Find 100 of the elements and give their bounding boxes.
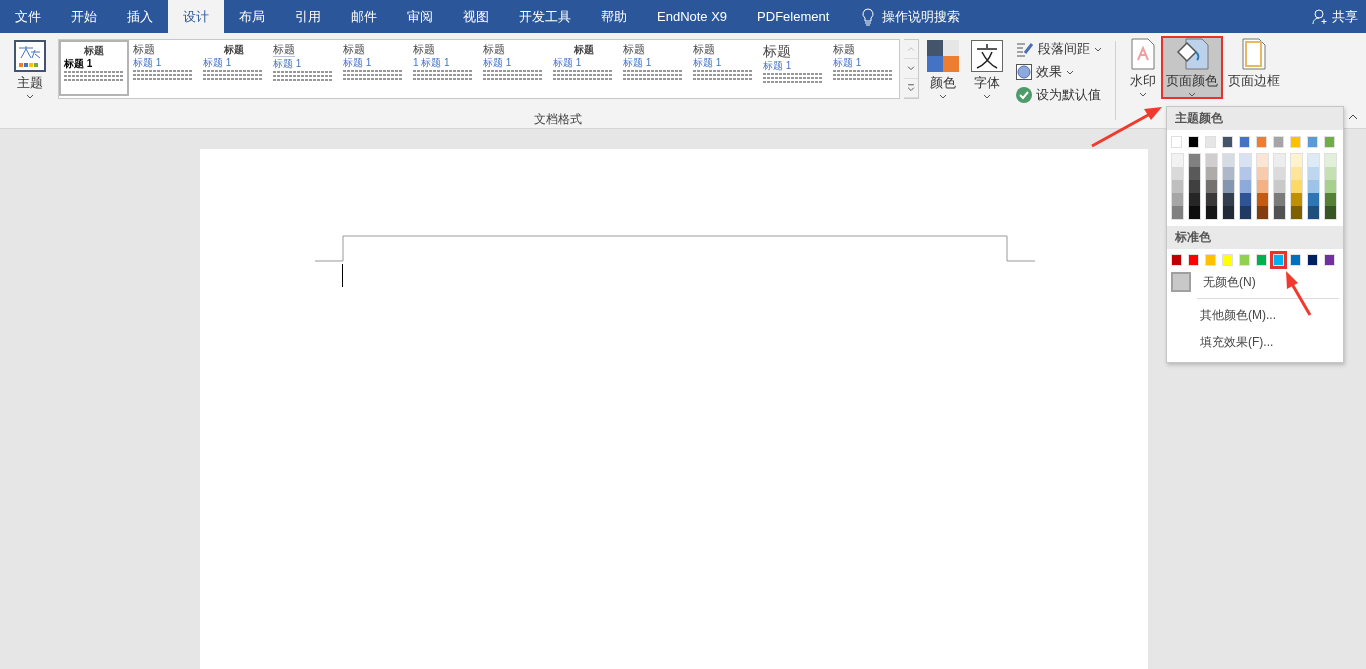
color-swatch[interactable] [1223,154,1234,167]
ribbon-tab[interactable]: PDFelement [742,0,845,33]
color-swatch[interactable] [1172,206,1183,219]
color-swatch[interactable] [1291,154,1302,167]
color-swatch[interactable] [1206,206,1217,219]
color-swatch[interactable] [1274,193,1285,206]
color-swatch[interactable] [1240,154,1251,167]
color-swatch[interactable] [1308,180,1319,193]
color-swatch[interactable] [1172,193,1183,206]
ribbon-tab[interactable]: 布局 [224,0,280,33]
color-swatch[interactable] [1257,193,1268,206]
annotation-arrow [1286,271,1312,316]
ribbon-tab[interactable]: 帮助 [586,0,642,33]
color-swatch[interactable] [1325,154,1336,167]
ribbon-tab[interactable]: 开发工具 [504,0,586,33]
ribbon-tab[interactable]: 开始 [56,0,112,33]
ribbon-tab[interactable]: 审阅 [392,0,448,33]
share-button[interactable]: 共享 [1304,0,1366,33]
color-swatch[interactable] [1325,180,1336,193]
ribbon-small-button[interactable]: 段落间距 [1015,39,1103,59]
color-swatch[interactable] [1257,180,1268,193]
color-swatch[interactable] [1257,154,1268,167]
color-swatch[interactable] [1223,167,1234,180]
color-swatch[interactable] [1291,193,1302,206]
thumbnail-heading: 标题 1 [64,58,93,70]
color-swatch[interactable] [1240,167,1251,180]
text-cursor [342,264,344,287]
color-swatch[interactable] [1189,180,1200,193]
collapse-ribbon-icon[interactable] [1348,114,1358,120]
text-lines-drawing [413,70,473,81]
color-swatch[interactable] [1240,193,1251,206]
thumbnail-heading: 标题 1 [693,57,722,69]
color-swatch[interactable] [1222,136,1233,148]
color-swatch[interactable] [1291,206,1302,219]
ribbon-tab[interactable]: 插入 [112,0,168,33]
color-swatch[interactable] [1274,167,1285,180]
color-swatch[interactable] [1206,154,1217,167]
ribbon-small-button[interactable]: 效果 [1015,62,1103,82]
color-swatch[interactable] [1206,167,1217,180]
page-background-button[interactable]: 页面边框 [1224,37,1284,91]
no-color-item[interactable]: 无颜色(N) [1167,269,1343,295]
ribbon-tab[interactable]: EndNote X9 [642,0,743,33]
color-swatch[interactable] [1189,167,1200,180]
color-swatch[interactable] [1324,136,1335,148]
color-swatch[interactable] [1257,167,1268,180]
style-set-thumbnail[interactable]: 标题 标题 1 [59,40,129,96]
chevron-icon [939,94,947,99]
color-swatch[interactable] [1273,136,1284,148]
color-swatch[interactable] [1308,193,1319,206]
color-swatch[interactable] [1325,193,1336,206]
color-swatch[interactable] [1325,206,1336,219]
menu-item[interactable]: 其他颜色(M)... [1167,302,1343,329]
color-swatch[interactable] [1257,206,1268,219]
themes-button[interactable]: 主题 [10,39,50,100]
color-swatch[interactable] [1172,180,1183,193]
color-swatch[interactable] [1239,136,1250,148]
color-swatch[interactable] [1172,167,1183,180]
color-swatch[interactable] [1291,180,1302,193]
color-swatch[interactable] [1274,180,1285,193]
color-swatch[interactable] [1223,193,1234,206]
color-swatch[interactable] [1189,206,1200,219]
fonts-button[interactable]: 字体 [967,39,1007,100]
page-background-button[interactable]: 水印 [1126,37,1160,98]
color-swatch[interactable] [1188,136,1199,148]
color-swatch[interactable] [1189,154,1200,167]
menu-item[interactable]: 填充效果(F)... [1167,329,1343,356]
color-swatch[interactable] [1171,136,1182,148]
color-swatch[interactable] [1308,167,1319,180]
tell-me-search[interactable]: 操作说明搜索 [844,0,973,33]
share-label: 共享 [1332,7,1358,26]
ribbon-tab[interactable]: 设计 [168,0,224,33]
color-swatch[interactable] [1206,180,1217,193]
color-swatch[interactable] [1274,206,1285,219]
color-swatch[interactable] [1256,136,1267,148]
thumbnail-title: 标题 [413,43,435,56]
color-swatch[interactable] [1307,136,1318,148]
thumbnail-title: 标题 [343,43,365,56]
ribbon-small-button[interactable]: 设为默认值 [1015,85,1103,105]
color-swatch[interactable] [1290,136,1301,148]
color-swatch[interactable] [1172,154,1183,167]
color-swatch[interactable] [1189,193,1200,206]
chevron-icon [26,94,34,99]
color-swatch[interactable] [1223,180,1234,193]
color-swatch[interactable] [1240,180,1251,193]
color-swatch[interactable] [1325,167,1336,180]
ribbon-tab[interactable]: 视图 [448,0,504,33]
tell-me-label: 操作说明搜索 [882,7,961,26]
color-swatch[interactable] [1206,193,1217,206]
colors-button[interactable]: 颜色 [923,39,963,100]
color-swatch[interactable] [1205,136,1216,148]
color-swatch[interactable] [1308,154,1319,167]
ribbon-tab[interactable]: 引用 [280,0,336,33]
color-swatch[interactable] [1291,167,1302,180]
page-background-button[interactable]: 页面颜色 [1162,37,1222,98]
color-swatch[interactable] [1223,206,1234,219]
ribbon-tab[interactable]: 文件 [0,0,56,33]
color-swatch[interactable] [1308,206,1319,219]
color-swatch[interactable] [1240,206,1251,219]
ribbon-tab[interactable]: 邮件 [336,0,392,33]
color-swatch[interactable] [1274,154,1285,167]
